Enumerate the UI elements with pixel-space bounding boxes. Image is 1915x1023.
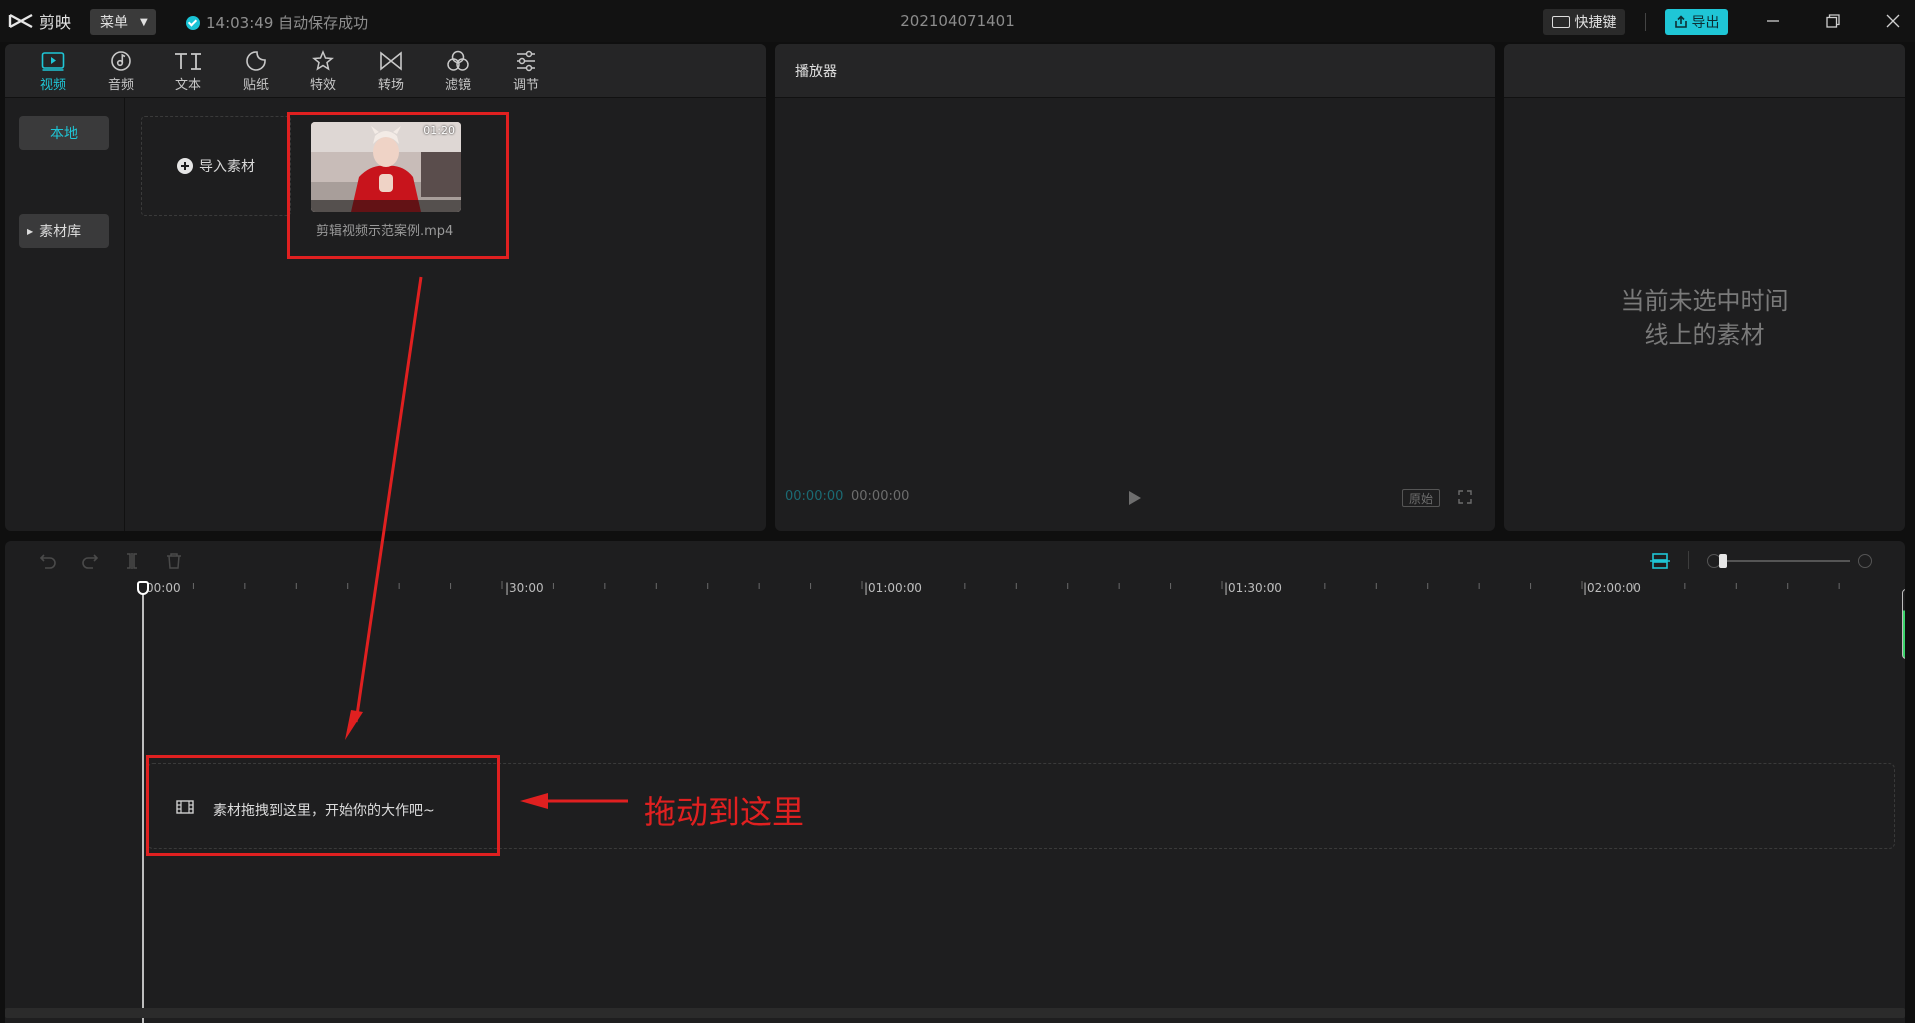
transition-icon — [380, 51, 402, 71]
zoom-in-icon[interactable] — [1858, 554, 1872, 568]
restore-button[interactable] — [1820, 10, 1846, 32]
title-bar: 剪映 菜单 ▼ 14:03:49 自动保存成功 202104071401 快捷键… — [0, 0, 1915, 42]
autosave-status: 14:03:49 自动保存成功 — [186, 12, 368, 33]
capcut-logo-icon — [8, 13, 33, 29]
sticker-icon — [246, 51, 266, 71]
tab-label: 视频 — [39, 78, 66, 93]
import-media-button[interactable]: 导入素材 — [141, 116, 291, 216]
delete-icon[interactable] — [165, 552, 183, 570]
player-header: 播放器 — [775, 44, 1495, 98]
check-circle-icon — [186, 15, 200, 30]
plus-icon — [177, 158, 193, 174]
total-timecode: 00:00:00 — [851, 489, 910, 504]
minimize-button[interactable] — [1760, 10, 1786, 32]
audio-icon — [111, 51, 131, 71]
split-icon[interactable] — [123, 552, 141, 570]
current-timecode: 00:00:00 — [785, 489, 844, 504]
tab-label: 调节 — [512, 78, 539, 93]
autosave-text: 14:03:49 自动保存成功 — [206, 14, 369, 32]
fullscreen-icon[interactable] — [1458, 490, 1472, 504]
horizontal-scrollbar[interactable] — [5, 1008, 1905, 1018]
tab-sticker[interactable]: 贴纸 — [228, 48, 284, 96]
export-label: 导出 — [1691, 15, 1720, 31]
export-button[interactable]: 导出 — [1665, 9, 1728, 35]
zoom-slider-handle[interactable] — [1719, 554, 1727, 568]
aspect-ratio-button[interactable]: 原始 — [1402, 489, 1440, 507]
adjust-icon — [517, 50, 535, 72]
close-button[interactable] — [1880, 10, 1906, 32]
empty-state-message: 当前未选中时间 线上的素材 — [1504, 284, 1905, 352]
shortcut-label: 快捷键 — [1574, 15, 1617, 31]
close-icon — [1886, 14, 1900, 28]
properties-panel: 当前未选中时间 线上的素材 — [1504, 44, 1905, 531]
menu-label: 菜单 — [100, 15, 128, 31]
empty-line-1: 当前未选中时间 — [1620, 287, 1789, 315]
tab-label: 特效 — [309, 78, 336, 93]
ruler-label: |01:00:00 — [864, 581, 922, 595]
playhead-handle[interactable] — [137, 581, 149, 595]
sidebar-item-local[interactable]: 本地 — [19, 116, 109, 150]
tab-effects[interactable]: 特效 — [295, 48, 351, 96]
media-sidebar: 本地 ▶ 素材库 — [5, 98, 125, 531]
keyboard-icon — [1551, 16, 1570, 28]
tab-transition[interactable]: 转场 — [363, 48, 419, 96]
undo-icon[interactable] — [39, 552, 57, 570]
player-title: 播放器 — [795, 64, 837, 80]
shortcut-button[interactable]: 快捷键 — [1543, 9, 1625, 35]
divider — [1688, 551, 1689, 569]
ruler-label: 00:00 — [146, 581, 181, 595]
playhead[interactable] — [142, 585, 144, 1023]
tab-label: 音频 — [107, 78, 134, 93]
zoom-slider-track[interactable] — [1725, 560, 1850, 562]
tab-label: 转场 — [377, 78, 404, 93]
properties-header — [1504, 44, 1905, 98]
divider — [1645, 13, 1646, 31]
tab-label: 文本 — [174, 78, 201, 93]
filter-icon — [447, 50, 469, 71]
chevron-down-icon: ▼ — [140, 16, 148, 28]
annotation-highlight-drop — [146, 755, 500, 856]
player-panel: 播放器 00:00:00 00:00:00 原始 — [775, 44, 1495, 531]
export-icon — [1674, 15, 1687, 28]
redo-icon[interactable] — [81, 552, 99, 570]
menu-button[interactable]: 菜单 ▼ — [90, 9, 156, 35]
restore-icon — [1826, 14, 1840, 28]
sidebar-item-label: 素材库 — [39, 224, 82, 240]
app-logo: 剪映 — [8, 9, 71, 33]
effects-icon — [312, 50, 334, 71]
snap-magnet-icon[interactable] — [1649, 551, 1671, 571]
video-icon — [41, 52, 65, 71]
tab-text[interactable]: 文本 — [160, 48, 216, 96]
import-label: 导入素材 — [199, 159, 255, 175]
caret-right-icon: ▶ — [27, 226, 34, 236]
text-icon — [175, 53, 201, 70]
empty-line-2: 线上的素材 — [1644, 321, 1765, 349]
minimize-icon — [1767, 20, 1779, 22]
sidebar-item-library[interactable]: ▶ 素材库 — [19, 214, 109, 248]
annotation-text: 拖动到这里 — [644, 793, 805, 831]
timeline-toolbar — [5, 541, 1905, 579]
tab-video[interactable]: 视频 — [25, 48, 81, 96]
volume-meter-scrollbar[interactable] — [1902, 589, 1905, 659]
tab-label: 滤镜 — [444, 78, 471, 93]
tab-audio[interactable]: 音频 — [93, 48, 149, 96]
ruler-label: |30:00 — [505, 581, 544, 595]
tab-label: 贴纸 — [242, 78, 269, 93]
annotation-highlight-clip — [287, 112, 509, 259]
tab-adjust[interactable]: 调节 — [498, 48, 554, 96]
tab-filter[interactable]: 滤镜 — [430, 48, 486, 96]
play-icon[interactable] — [1129, 491, 1141, 505]
ruler-label: |02:00:00 — [1583, 581, 1641, 595]
app-name: 剪映 — [39, 13, 72, 32]
category-toolbar: 视频 音频 文本 贴纸 特效 转场 滤镜 调节 — [5, 44, 766, 98]
ruler-label: |01:30:00 — [1224, 581, 1282, 595]
